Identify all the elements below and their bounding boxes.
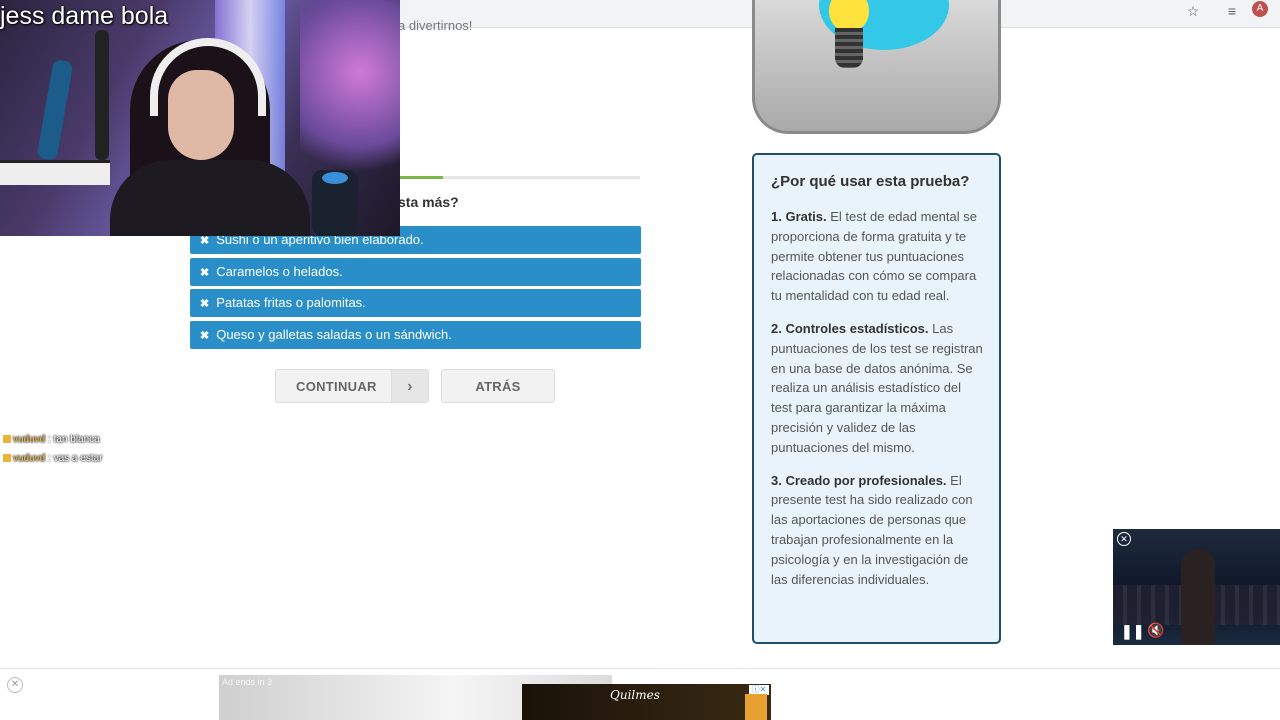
back-button[interactable]: ATRÁS — [441, 369, 555, 403]
reason-heading: 2. Controles estadísticos. — [771, 320, 929, 336]
guitar-shape — [95, 30, 109, 160]
profile-avatar[interactable]: A — [1252, 1, 1268, 17]
pause-icon[interactable]: ❚❚ — [1121, 623, 1144, 640]
close-icon[interactable]: ✕ — [7, 677, 23, 693]
bulb-base-shape — [835, 28, 863, 68]
answer-option-patatas[interactable]: ✖ Patatas fritas o palomitas. — [190, 289, 641, 318]
chat-message: vuduvd : vas a estar — [3, 453, 103, 464]
guitar-shape — [36, 59, 74, 161]
answer-option-queso[interactable]: ✖ Queso y galletas saladas o un sándwich. — [190, 321, 641, 350]
reason-item: 1. Gratis. El test de edad mental se pro… — [771, 207, 983, 306]
ad-brand: Quilmes — [610, 688, 660, 702]
reason-heading: 1. Gratis. — [771, 209, 827, 224]
close-icon[interactable]: ✕ — [1117, 532, 1131, 546]
answer-options: ✖ Sushi o un aperitivo bien elaborado. ✖ C… — [190, 226, 641, 353]
speaker-light — [322, 172, 348, 184]
chat-message: vuduvd : tan blanca — [3, 434, 100, 445]
option-label: Caramelos o helados. — [216, 263, 343, 279]
progress-bar — [400, 176, 640, 179]
reason-text: Las puntuaciones de los test se registra… — [771, 320, 983, 455]
beer-glass-icon — [745, 694, 767, 720]
close-x-icon: ✖ — [200, 266, 210, 279]
video-ad-player[interactable]: ✕ ❚❚ 🔇 — [1113, 529, 1280, 645]
mute-icon[interactable]: 🔇 — [1147, 622, 1164, 639]
intro-text: a divertirnos! — [398, 18, 473, 33]
chevron-right-icon: › — [391, 370, 428, 402]
option-label: Queso y galletas saladas o un sándwich. — [216, 327, 452, 343]
streamer-body — [110, 160, 310, 236]
reason-heading: 3. Creado por profesionales. — [771, 472, 947, 488]
close-x-icon: ✖ — [200, 298, 210, 311]
reason-text: El presente test ha sido realizado con l… — [771, 472, 973, 587]
video-figure — [1181, 549, 1215, 645]
webcam-overlay: jess dame bola — [0, 0, 400, 236]
progress-fill — [400, 176, 444, 179]
keyboard-shape — [0, 160, 110, 185]
star-icon[interactable]: ☆ — [1184, 2, 1202, 20]
lightbulb-illustration — [752, 0, 1001, 134]
chat-badge-icon — [3, 454, 11, 463]
reason-item: 3. Creado por profesionales. El presente… — [771, 471, 983, 590]
chat-text: : vas a estar — [48, 453, 103, 464]
chat-username: vuduvd — [13, 453, 46, 464]
answer-option-caramelos[interactable]: ✖ Caramelos o helados. — [190, 257, 641, 286]
continue-button[interactable]: CONTINUAR › — [275, 369, 429, 403]
option-label: Patatas fritas o palomitas. — [216, 295, 366, 311]
why-use-panel: ¿Por qué usar esta prueba? 1. Gratis. El… — [752, 153, 1001, 644]
media-control-icon[interactable]: ≡ — [1223, 2, 1241, 20]
ad-countdown: Ad ends in 3 — [222, 677, 273, 687]
banner-ad-right[interactable]: Quilmes ⓘ✕ — [522, 684, 771, 720]
reason-item: 2. Controles estadísticos. Las puntuacio… — [771, 319, 983, 458]
close-x-icon: ✖ — [200, 330, 210, 343]
ad-divider — [0, 668, 1280, 669]
chat-text: : tan blanca — [48, 434, 100, 445]
stream-title: jess dame bola — [0, 2, 169, 30]
ambient-glow — [300, 0, 400, 180]
close-x-icon: ✖ — [200, 235, 210, 247]
chat-badge-icon — [3, 435, 11, 444]
chat-username: vuduvd — [13, 434, 46, 445]
continue-label: CONTINUAR — [296, 379, 377, 394]
question-text: sta más? — [398, 194, 459, 210]
panel-title: ¿Por qué usar esta prueba? — [771, 173, 970, 190]
